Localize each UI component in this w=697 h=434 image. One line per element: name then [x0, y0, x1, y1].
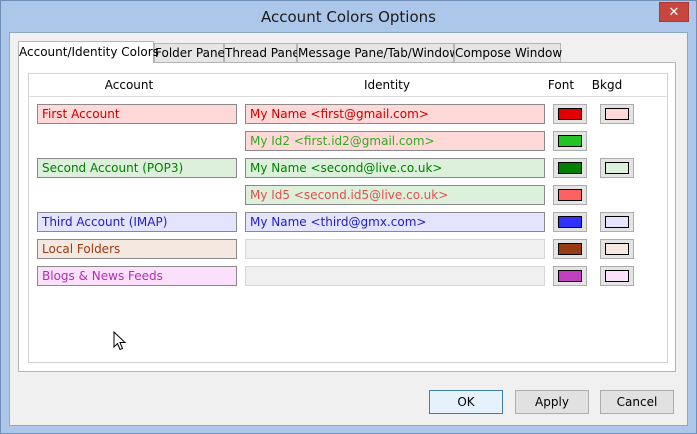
identity-field[interactable]: My Name <third@gmx.com>: [245, 212, 545, 232]
identity-field[interactable]: My Id5 <second.id5@live.co.uk>: [245, 185, 545, 205]
identity-field: [245, 239, 545, 259]
font-color-swatch: [558, 270, 582, 282]
font-color-button[interactable]: [553, 185, 587, 205]
tab-message-pane[interactable]: Message Pane/Tab/Window: [297, 43, 459, 62]
account-field[interactable]: Third Account (IMAP): [37, 212, 237, 232]
font-color-button[interactable]: [553, 104, 587, 124]
identity-field: [245, 266, 545, 286]
header-divider: [29, 96, 667, 97]
column-header-account: Account: [104, 78, 154, 92]
column-header-font: Font: [547, 78, 575, 92]
tab-account-identity-colors[interactable]: Account/Identity Colors: [18, 41, 159, 63]
tab-panel: Account Identity Font Bkgd First Account…: [18, 62, 676, 372]
tab-folder-pane[interactable]: Folder Pane: [154, 43, 225, 62]
font-color-swatch: [558, 189, 582, 201]
column-header-identity: Identity: [364, 78, 410, 92]
background-color-swatch: [605, 162, 629, 174]
apply-button[interactable]: Apply: [515, 390, 589, 414]
close-button[interactable]: ✕: [659, 2, 689, 22]
background-color-swatch: [605, 108, 629, 120]
dialog-window: Account Colors Options ✕ Account/Identit…: [0, 0, 697, 434]
dialog-client: Account/Identity Colors Folder Pane Thre…: [9, 32, 688, 426]
background-color-swatch: [605, 243, 629, 255]
font-color-button[interactable]: [553, 158, 587, 178]
font-color-swatch: [558, 162, 582, 174]
close-icon: ✕: [668, 5, 680, 20]
font-color-button[interactable]: [553, 266, 587, 286]
font-color-swatch: [558, 135, 582, 147]
identity-field[interactable]: My Name <second@live.co.uk>: [245, 158, 545, 178]
font-color-button[interactable]: [553, 131, 587, 151]
background-color-swatch: [605, 270, 629, 282]
mouse-cursor-icon: [113, 331, 127, 351]
account-field[interactable]: Local Folders: [37, 239, 237, 259]
font-color-swatch: [558, 108, 582, 120]
column-header-bkgd: Bkgd: [591, 78, 623, 92]
background-color-button[interactable]: [600, 266, 634, 286]
account-field[interactable]: Second Account (POP3): [37, 158, 237, 178]
window-title: Account Colors Options: [261, 8, 436, 26]
ok-button[interactable]: OK: [429, 390, 503, 414]
cancel-button[interactable]: Cancel: [600, 390, 674, 414]
background-color-button[interactable]: [600, 212, 634, 232]
identity-field[interactable]: My Id2 <first.id2@gmail.com>: [245, 131, 545, 151]
background-color-button[interactable]: [600, 104, 634, 124]
tab-compose-window[interactable]: Compose Window: [454, 43, 562, 62]
tab-thread-pane[interactable]: Thread Pane: [224, 43, 300, 62]
background-color-swatch: [605, 216, 629, 228]
background-color-button[interactable]: [600, 158, 634, 178]
colors-grid: Account Identity Font Bkgd First Account…: [28, 73, 668, 363]
account-field[interactable]: First Account: [37, 104, 237, 124]
font-color-button[interactable]: [553, 212, 587, 232]
identity-field[interactable]: My Name <first@gmail.com>: [245, 104, 545, 124]
font-color-swatch: [558, 243, 582, 255]
font-color-swatch: [558, 216, 582, 228]
account-field[interactable]: Blogs & News Feeds: [37, 266, 237, 286]
background-color-button[interactable]: [600, 239, 634, 259]
font-color-button[interactable]: [553, 239, 587, 259]
